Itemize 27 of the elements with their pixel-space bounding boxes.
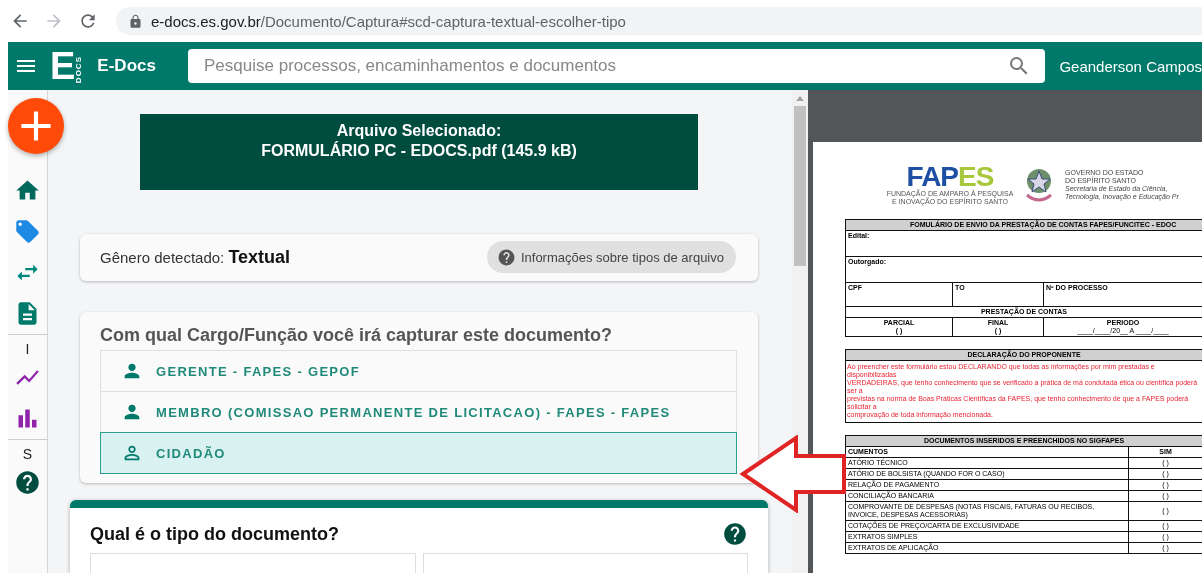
help-icon bbox=[496, 247, 516, 267]
scrollbar-thumb[interactable] bbox=[794, 106, 806, 266]
app-name: E-Docs bbox=[97, 56, 157, 76]
address-bar[interactable]: e-docs.es.gov.br/Documento/Captura#scd-captura-textual-escolher-tipo bbox=[116, 7, 1202, 35]
section-label: I bbox=[25, 341, 30, 357]
option-field[interactable] bbox=[90, 553, 416, 573]
file-types-info-button[interactable]: Informações sobre tipos de arquivo bbox=[486, 241, 736, 274]
document-type-question: Qual é o tipo do documento? bbox=[90, 523, 339, 545]
option-field[interactable] bbox=[422, 553, 748, 573]
help-icon[interactable] bbox=[722, 521, 748, 547]
add-button[interactable] bbox=[8, 98, 64, 154]
role-option[interactable]: GERENTE - FAPES - GEPOF bbox=[100, 350, 737, 392]
file-name: FORMULÁRIO PC - EDOCS.pdf (145.9 kB) bbox=[261, 142, 577, 160]
help-icon[interactable] bbox=[13, 468, 42, 496]
section-label: S bbox=[22, 446, 33, 462]
role-option[interactable]: CIDADÃO bbox=[100, 432, 737, 474]
edocs-logo: E DOCS bbox=[50, 49, 84, 83]
search-field[interactable]: Pesquise processos, encaminhamentos e documentos bbox=[188, 49, 1046, 83]
tag-icon[interactable] bbox=[13, 217, 42, 245]
role-option[interactable]: MEMBRO (COMISSAO PERMANENTE DE LICITACAO) - FAPES - FAPES bbox=[100, 391, 737, 433]
banner-title: Arquivo Selecionado: bbox=[336, 122, 502, 140]
genre-text: Gênero detectado: Textual bbox=[100, 246, 291, 268]
lock-icon bbox=[128, 13, 143, 29]
address-text: e-docs.es.gov.br/Documento/Captura#scd-captura-textual-escolher-tipo bbox=[151, 12, 626, 30]
role-question: Com qual Cargo/Função você irá capturar este documento? bbox=[100, 325, 614, 346]
user-name[interactable]: Geanderson Campos bbox=[1059, 57, 1202, 75]
reload-icon[interactable] bbox=[78, 11, 98, 31]
